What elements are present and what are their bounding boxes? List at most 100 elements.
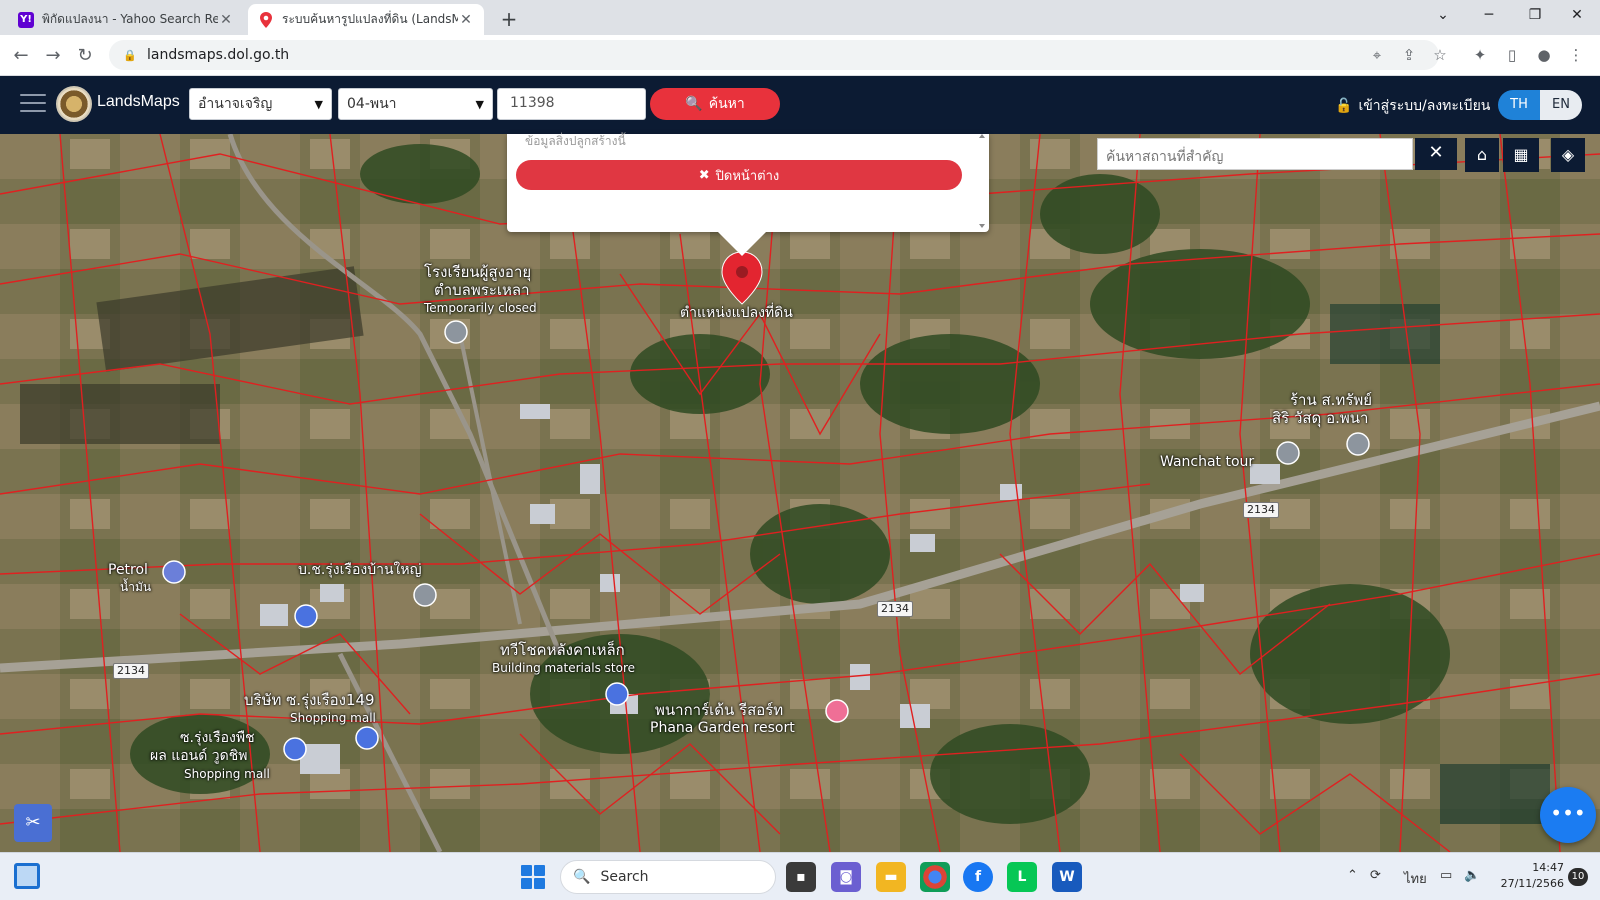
chevron-down-icon: ▼ [314,97,323,111]
new-tab-button[interactable]: + [496,6,522,32]
chevron-up-icon[interactable]: ⌃ [1347,868,1358,883]
poi-label-mall2: Shopping mall [184,767,270,781]
side-panel-icon[interactable]: ▯ [1500,43,1524,67]
grid-icon[interactable]: ▦ [1503,138,1539,172]
lock-icon: 🔒 [123,48,137,62]
lang-th-button[interactable]: TH [1498,90,1540,120]
satellite-map[interactable]: ตำแหน่งแปลงที่ดิน โรงเรียนผู้สูงอายุ ตำบ… [0,134,1600,852]
province-select[interactable]: อำนาจเจริญ ▼ [189,88,332,120]
poi-label-closed: Temporarily closed [424,301,537,315]
teams-icon[interactable]: ◙ [831,862,861,892]
poi-label-shop: ร้าน ส.ทรัพย์ [1290,391,1373,409]
input-language[interactable]: ไทย [1404,868,1427,889]
chat-button[interactable]: ••• [1540,787,1596,843]
lang-en-button[interactable]: EN [1540,90,1582,120]
parcel-number-input[interactable]: 11398 [497,88,646,120]
task-view-icon[interactable]: ▪ [786,862,816,892]
login-label: เข้าสู่ระบบ/ลงทะเบียน [1358,98,1491,114]
poi-label-steel-sub: Building materials store [492,661,635,675]
search-button-label: ค้นหา [708,96,745,112]
address-bar[interactable]: 🔒 landsmaps.dol.go.th [109,40,1439,70]
clock-time: 14:47 [1532,861,1564,874]
search-icon: 🔍 [573,869,591,885]
close-window-label: ปิดหน้าต่าง [715,168,780,184]
landsmaps-header: LandsMaps อำนาจเจริญ ▼ 04-พนา ▼ 11398 🔍 … [0,76,1600,134]
tab-close-icon[interactable]: ✕ [458,12,474,28]
taskbar-search-label: Search [600,869,649,885]
popup-scrollbar[interactable] [978,134,986,232]
province-select-value: อำนาจเจริญ [198,96,273,112]
brand-name: LandsMaps [97,93,180,110]
forward-button[interactable]: → [40,43,66,69]
poi-label-company: บ.ช.รุ่งเรืองบ้านใหญ่ [298,562,422,578]
reload-button[interactable]: ↻ [72,43,98,69]
amphoe-select-value: 04-พนา [347,96,397,112]
word-icon[interactable]: W [1052,862,1082,892]
sync-icon[interactable]: ⟳ [1370,868,1381,883]
extensions-icon[interactable]: ✦ [1468,43,1492,67]
measure-tool-icon[interactable]: ✂ [14,804,52,842]
tab-title: พิกัดแปลงนา - Yahoo Search Resu [42,12,218,26]
chrome-menu-icon[interactable]: ⋮ [1564,43,1588,67]
clear-search-button[interactable]: ✕ [1415,138,1457,170]
route-badge: 2134 [877,601,913,617]
poi-label-wanchat: Wanchat tour [1160,454,1255,470]
poi-label-rp2: ผล แอนด์ วูดชิพ [150,748,248,764]
start-button[interactable] [521,865,545,889]
tab-search-chevron-icon[interactable]: ⌄ [1420,0,1466,32]
poi-label-resort: พนาการ์เด้น รีสอร์ท [655,701,784,719]
volume-icon[interactable]: 🔈 [1464,868,1480,883]
yahoo-favicon-icon: Y! [18,11,34,28]
lock-icon: 🔓 [1335,98,1353,114]
poi-label-steel: ทวีโชคหลังคาเหล็ก [500,641,625,659]
line-app-icon[interactable]: L [1007,862,1037,892]
poi-label-petrol: Petrol [108,562,148,578]
search-button[interactable]: 🔍 ค้นหา [650,88,780,120]
layers-icon[interactable]: ◈ [1551,138,1585,172]
minimize-button[interactable]: ─ [1466,0,1512,32]
route-badge: 2134 [1243,502,1279,518]
maximize-button[interactable]: ❐ [1512,0,1558,32]
share-icon[interactable]: ⇪ [1397,43,1421,67]
browser-tab-strip: Y! พิกัดแปลงนา - Yahoo Search Resu ✕ ระบ… [0,0,1600,35]
profile-avatar-icon[interactable]: ● [1532,43,1556,67]
poi-label-resort-en: Phana Garden resort [650,720,795,736]
popup-pointer [718,232,766,256]
place-search-input[interactable]: ค้นหาสถานที่สำคัญ [1097,138,1413,170]
home-icon[interactable]: ⌂ [1465,138,1499,172]
close-window-button[interactable]: ✖ ปิดหน้าต่าง [516,160,962,190]
login-link[interactable]: 🔓 เข้าสู่ระบบ/ลงทะเบียน [1335,95,1490,117]
close-window-button[interactable]: ✕ [1554,0,1600,32]
widgets-icon[interactable] [14,863,40,889]
parcel-popup: ข้อมูลสิ่งปลูกสร้างนี้ ✖ ปิดหน้าต่าง [507,134,989,232]
poi-label-school-sub: ตำบลพระเหลา [434,281,530,299]
back-button[interactable]: ← [8,43,34,69]
notification-badge[interactable]: 10 [1568,868,1588,886]
search-icon: 🔍 [685,96,703,112]
poi-label-school: โรงเรียนผู้สูงอายุ [424,263,532,281]
location-blocked-icon[interactable]: ⌖ [1365,43,1389,67]
map-pin-favicon-icon [258,11,274,28]
network-icon[interactable]: ▭ [1440,868,1452,883]
file-explorer-icon[interactable]: ▬ [876,862,906,892]
poi-label-shop-sub: สิริ วัสดุ อ.พนา [1272,409,1369,427]
tab-close-icon[interactable]: ✕ [218,12,234,28]
tab-title: ระบบค้นหารูปแปลงที่ดิน (LandsMap [282,12,458,26]
chrome-icon[interactable] [920,862,950,892]
system-clock[interactable]: 14:47 27/11/2566 [1494,860,1564,892]
poi-label-mall1: Shopping mall [290,711,376,725]
route-badge: 2134 [113,663,149,679]
tab-yahoo-search[interactable]: Y! พิกัดแปลงนา - Yahoo Search Resu ✕ [8,4,244,35]
clock-date: 27/11/2566 [1500,877,1564,890]
close-icon: ✖ [698,167,710,183]
facebook-icon[interactable]: f [963,862,993,892]
dol-logo [56,86,92,122]
taskbar-search[interactable]: 🔍 Search [560,860,776,894]
hamburger-menu-icon[interactable] [20,94,46,114]
poi-label-petrol-th: น้ำมัน [120,580,152,594]
tab-landsmaps[interactable]: ระบบค้นหารูปแปลงที่ดิน (LandsMap ✕ [248,4,484,35]
bookmark-star-icon[interactable]: ☆ [1428,43,1452,67]
popup-faded-text: ข้อมูลสิ่งปลูกสร้างนี้ [525,134,626,148]
marker-label: ตำแหน่งแปลงที่ดิน [680,305,793,321]
amphoe-select[interactable]: 04-พนา ▼ [338,88,493,120]
